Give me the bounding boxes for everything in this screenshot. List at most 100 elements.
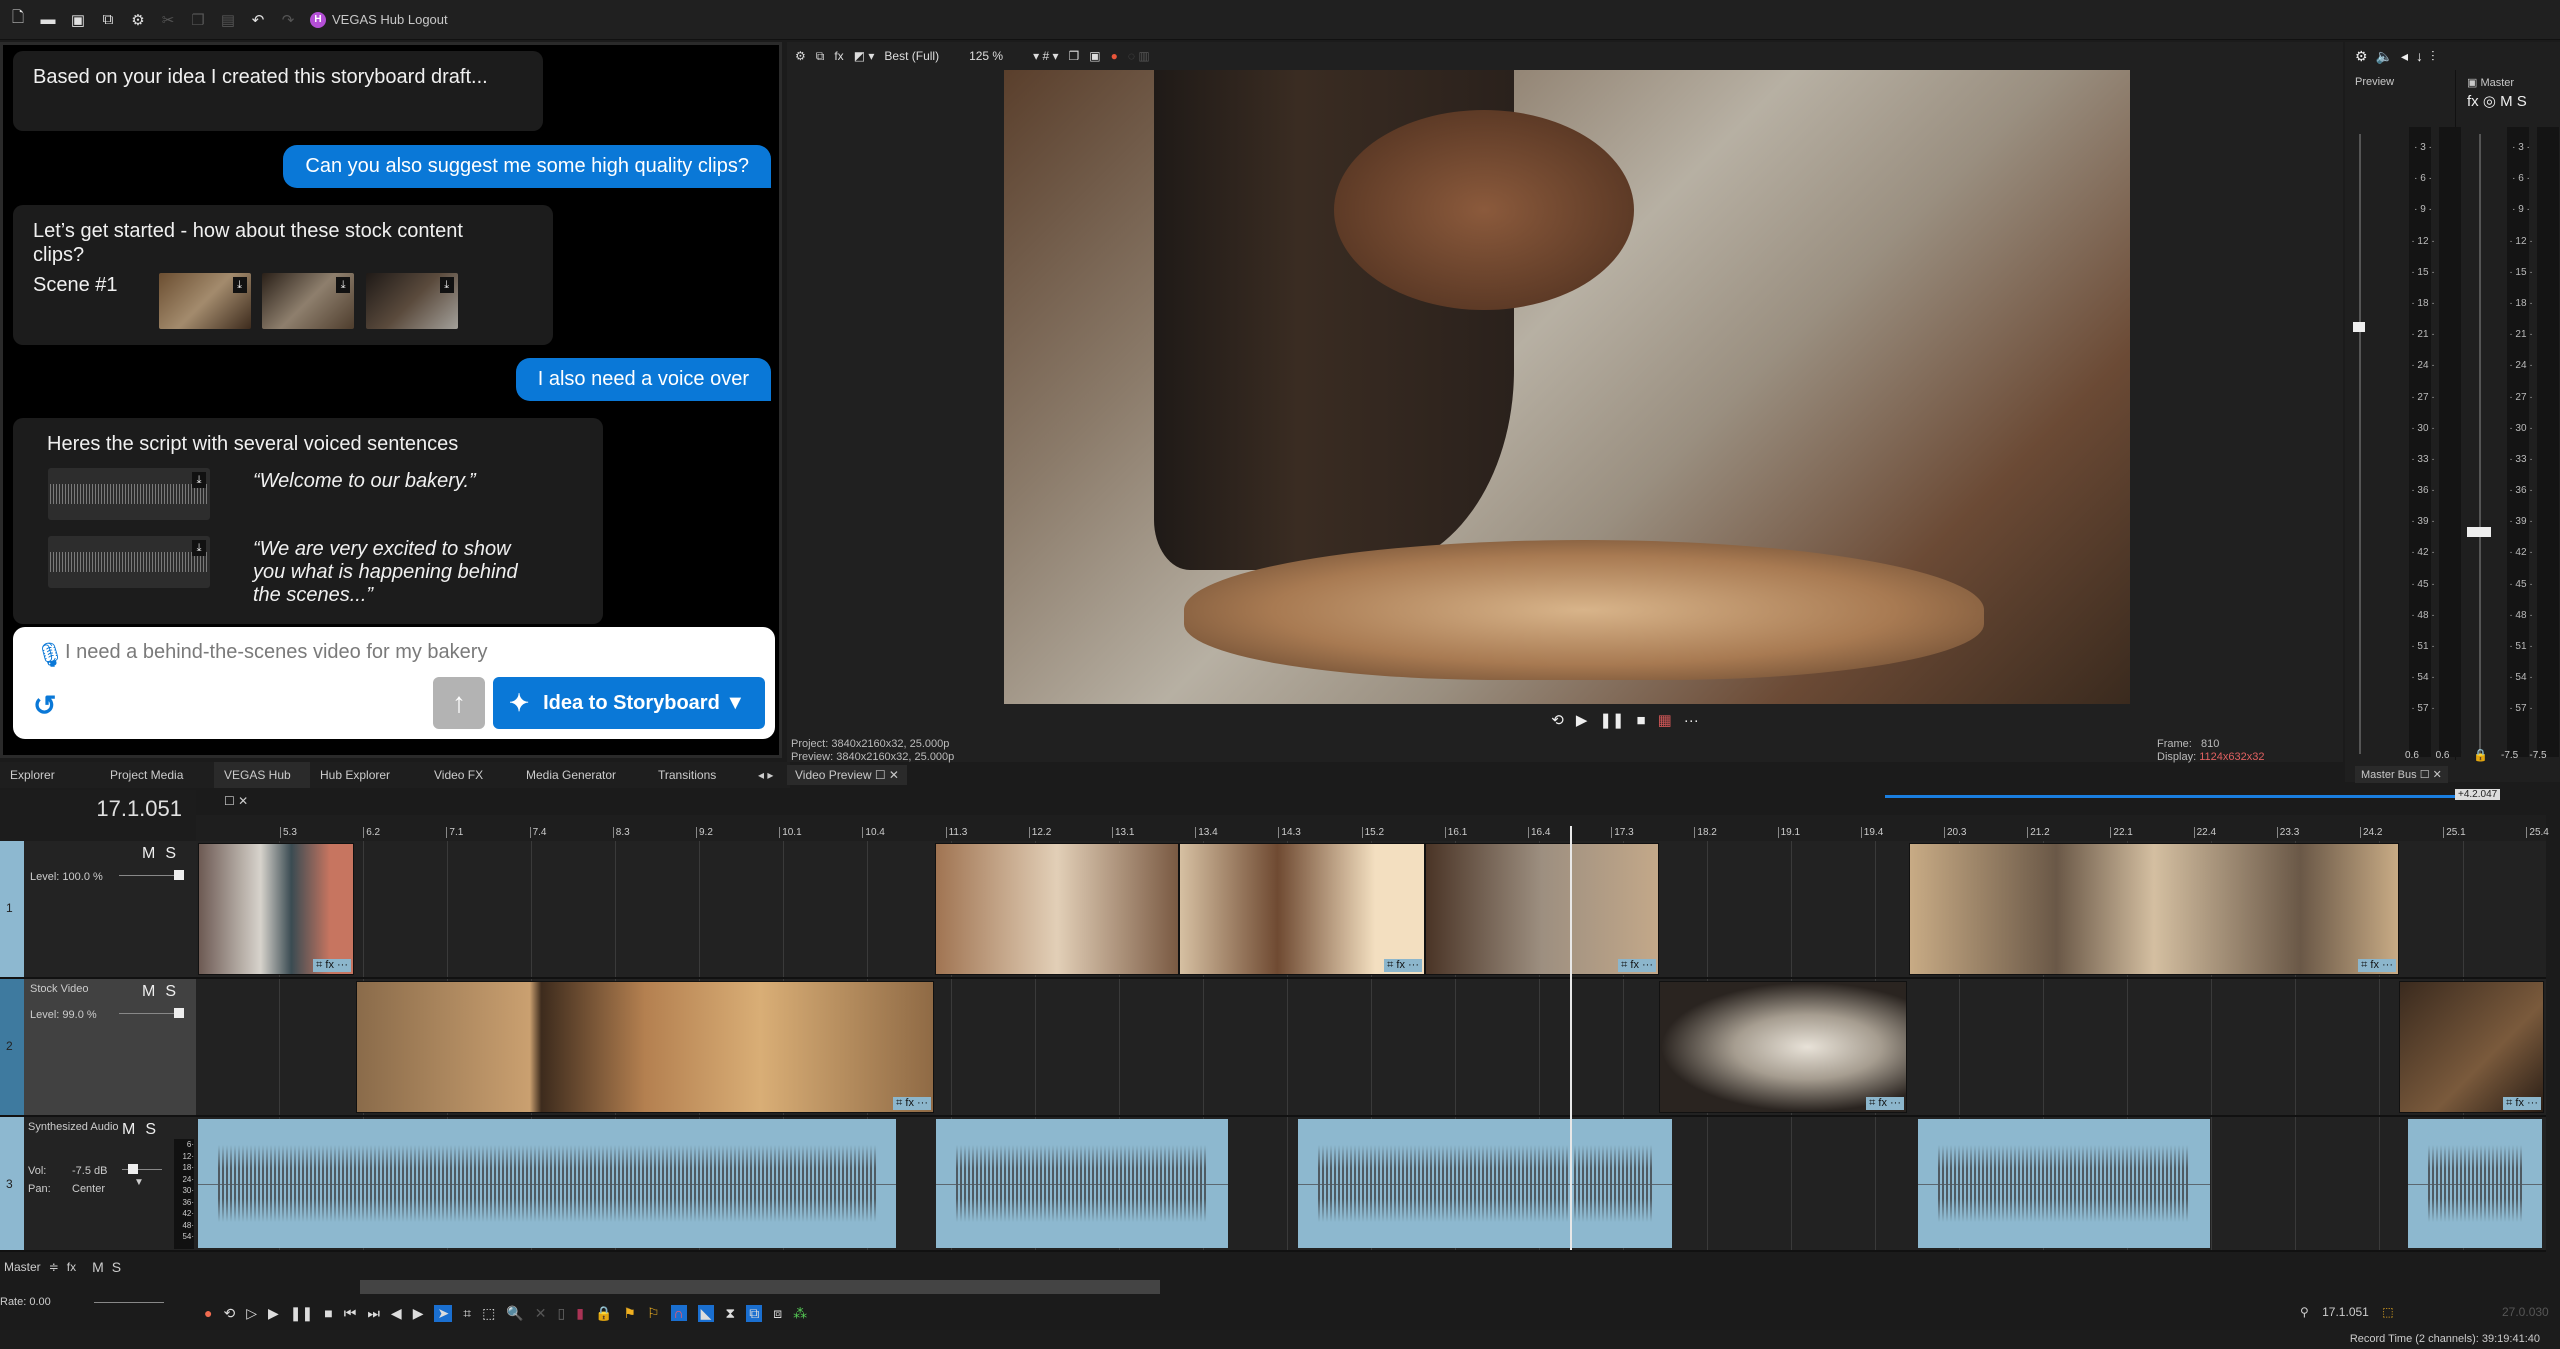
clip-fx-tag[interactable]: ⌗ fx ··· — [2503, 1097, 2541, 1110]
mute-solo-buttons[interactable]: MS — [142, 845, 186, 863]
save-icon[interactable]: ▣ — [70, 11, 86, 29]
lock-envelopes-icon[interactable]: ⧉ — [746, 1304, 763, 1322]
video-clip[interactable]: ⌗ fx ··· — [356, 981, 934, 1113]
quality-select[interactable]: Best (Full) — [884, 49, 939, 63]
audio-clip[interactable] — [198, 1119, 896, 1248]
play-icon[interactable]: ▶ — [268, 1305, 279, 1322]
play-icon[interactable]: ▶ — [1576, 711, 1588, 729]
clip-fx-tag[interactable]: ⌗ fx ··· — [1866, 1097, 1904, 1110]
grid-icon[interactable]: ▾ # ▾ — [1033, 49, 1058, 63]
tab-video-fx[interactable]: Video FX — [424, 762, 516, 788]
stop-icon[interactable]: ■ — [324, 1305, 332, 1321]
save-snapshot-icon[interactable]: ▣ — [1089, 49, 1100, 63]
tab-video-preview[interactable]: Video Preview ☐ ✕ — [787, 765, 907, 785]
video-frame[interactable] — [1004, 70, 2130, 704]
trim-icon[interactable]: ▯ — [558, 1305, 566, 1322]
envelope-tool-icon[interactable]: ⌗ — [463, 1305, 471, 1322]
video-clip[interactable]: ⌗ fx ··· — [2399, 981, 2544, 1113]
tab-vegas-hub[interactable]: VEGAS Hub ☐ ✕ — [214, 762, 310, 808]
undo-icon[interactable]: ↶ — [250, 11, 266, 29]
master-envelope-icon[interactable]: ≑ — [49, 1260, 59, 1274]
loop-icon[interactable]: ⟲ — [1551, 711, 1564, 729]
clip-fx-tag[interactable]: ⌗ fx ··· — [1618, 959, 1656, 972]
new-file-icon[interactable]: 🗋 — [10, 7, 26, 32]
track-header-3[interactable]: 3 Synthesized Audio MS Vol: -7.5 dB Pan:… — [0, 1117, 196, 1252]
split-screen-icon[interactable]: ◩ ▾ — [854, 49, 875, 63]
tab-master-bus[interactable]: Master Bus ☐ ✕ — [2355, 766, 2448, 783]
snapping-icon[interactable]: ∩ — [670, 1305, 687, 1321]
ignore-grouping-icon[interactable]: ⧈ — [773, 1305, 782, 1322]
stock-clip-thumbnail[interactable]: ⤓ — [158, 273, 251, 329]
audio-clip[interactable] — [1918, 1119, 2210, 1248]
level-slider[interactable] — [119, 1013, 179, 1014]
stock-clip-thumbnail[interactable]: ⤓ — [365, 273, 458, 329]
track-header-1[interactable]: 1 MS Level: 100.0 % — [0, 841, 196, 979]
region-icon[interactable]: ⚐ — [647, 1305, 660, 1322]
playhead[interactable] — [1570, 826, 1572, 1250]
marker-icon[interactable]: ⚑ — [623, 1305, 636, 1322]
video-clip[interactable]: ⌗ fx ··· — [1909, 843, 2399, 975]
go-to-start-icon[interactable]: ⏮ — [344, 1305, 357, 1322]
more-icon[interactable]: ··· — [1684, 712, 1699, 729]
download-icon[interactable]: ⤓ — [232, 277, 247, 293]
track-name[interactable]: Synthesized Audio — [28, 1121, 119, 1133]
settings-icon[interactable]: ⚙ — [130, 11, 146, 29]
loop-icon[interactable]: ⟲ — [223, 1305, 235, 1322]
pause-icon[interactable]: ❚❚ — [1599, 711, 1624, 729]
download-icon[interactable]: ⤓ — [439, 277, 454, 293]
color-icon[interactable]: ⁂ — [793, 1305, 807, 1322]
reset-icon[interactable]: ↺ — [33, 689, 56, 722]
audio-clip[interactable] — [2408, 1119, 2542, 1248]
clip-fx-tag[interactable]: ⌗ fx ··· — [2358, 959, 2396, 972]
track-lane-1[interactable]: ⌗ fx ··· ⌗ fx ··· ⌗ fx ··· ⌗ fx ··· — [196, 841, 2546, 979]
clip-fx-tag[interactable]: ⌗ fx ··· — [313, 959, 351, 972]
level-slider-handle[interactable] — [174, 870, 184, 880]
video-clip[interactable] — [935, 843, 1179, 975]
timeline-scrollbar[interactable] — [360, 1280, 1160, 1294]
lock-icon[interactable]: 🔒 — [2473, 748, 2488, 762]
master-controls[interactable]: fx ◎ M S — [2467, 92, 2527, 110]
send-button[interactable]: ↑ — [433, 677, 485, 729]
paste-icon[interactable]: ▤ — [220, 11, 236, 29]
download-icon[interactable]: ⤓ — [192, 540, 206, 556]
copy-snapshot-icon[interactable]: ❐ — [1069, 49, 1080, 63]
auto-ripple-icon[interactable]: ◣ — [697, 1304, 715, 1322]
external-window-icon[interactable]: ⧉ — [100, 11, 116, 28]
idea-to-storyboard-button[interactable]: ✦ Idea to Storyboard ▼ — [493, 677, 765, 729]
speaker-icon[interactable]: 🔈 — [2376, 48, 2401, 64]
next-frame-icon[interactable]: ▶ — [413, 1305, 424, 1322]
loop-region[interactable] — [1885, 795, 2455, 798]
timeline-ruler[interactable]: 5.3 6.2 7.1 7.4 8.3 9.2 10.1 10.4 11.3 12.2 13.1 13… — [196, 815, 2549, 841]
pan-slider-handle[interactable]: ▼ — [134, 1177, 144, 1188]
mute-solo-buttons[interactable]: MS — [142, 983, 186, 1001]
downmix-icon[interactable]: ◂↓ — [2401, 48, 2431, 64]
voice-clip-waveform[interactable]: ⤓ — [48, 536, 210, 588]
track-lane-3[interactable] — [196, 1117, 2546, 1252]
master-fader-handle[interactable] — [2467, 527, 2491, 537]
delete-icon[interactable]: ✕ — [535, 1305, 547, 1322]
level-slider[interactable] — [119, 875, 179, 876]
track-name[interactable]: Stock Video — [30, 983, 89, 995]
video-clip[interactable]: ⌗ fx ··· — [1659, 981, 1907, 1113]
clip-fx-tag[interactable]: ⌗ fx ··· — [893, 1097, 931, 1110]
video-clip[interactable]: ⌗ fx ··· — [1179, 843, 1425, 975]
stop-icon[interactable]: ■ — [1637, 712, 1646, 729]
normal-edit-tool-icon[interactable]: ➤ — [434, 1304, 453, 1322]
preview-settings-icon[interactable]: ⚙ — [795, 49, 806, 63]
tab-explorer[interactable]: Explorer — [0, 762, 100, 788]
preview-fader-handle[interactable] — [2353, 322, 2365, 332]
tab-hub-explorer[interactable]: Hub Explorer — [310, 762, 424, 788]
tab-project-media[interactable]: Project Media — [100, 762, 214, 788]
master-fx-icon[interactable]: fx — [67, 1260, 76, 1274]
microphone-icon[interactable]: 🎙 — [35, 641, 65, 670]
fx-icon[interactable]: fx — [834, 49, 843, 63]
hub-logout-link[interactable]: VEGAS Hub Logout — [332, 12, 448, 27]
download-icon[interactable]: ⤓ — [192, 472, 206, 488]
copy-icon[interactable]: ❐ — [190, 11, 206, 29]
overlay-icon[interactable]: ◌ ▥ — [1128, 49, 1150, 63]
pause-icon[interactable]: ❚❚ — [290, 1305, 313, 1322]
open-folder-icon[interactable]: ▬ — [40, 11, 56, 28]
crossfade-icon[interactable]: ⧗ — [725, 1305, 735, 1322]
chat-input[interactable]: I need a behind-the-scenes video for my … — [65, 641, 487, 664]
record-icon[interactable]: ▦ — [1658, 711, 1672, 729]
